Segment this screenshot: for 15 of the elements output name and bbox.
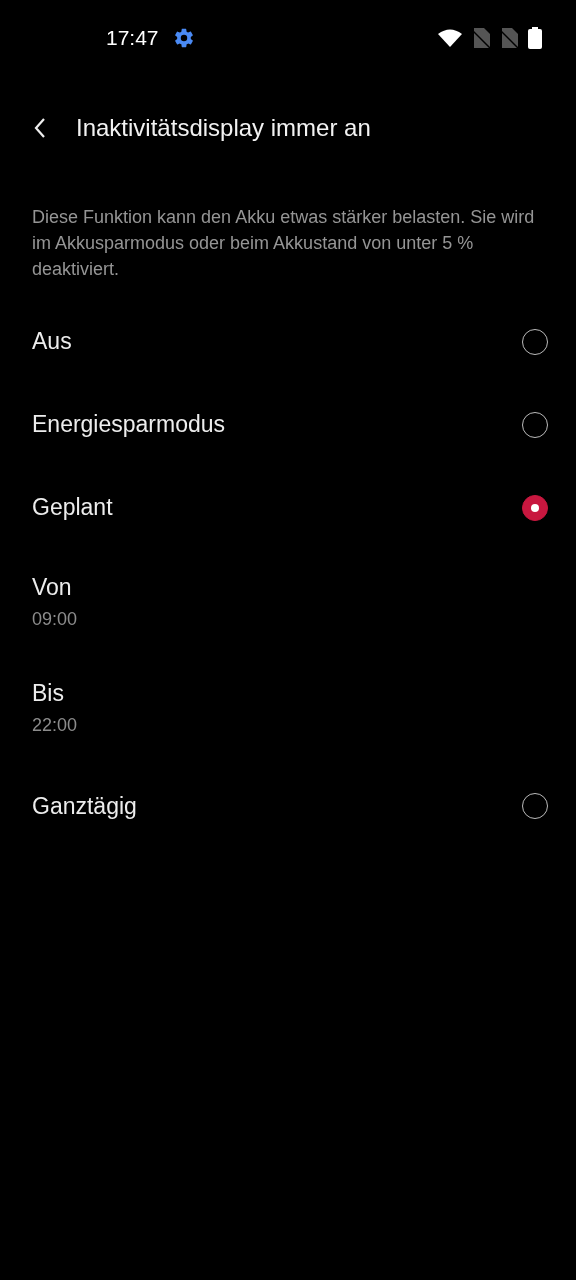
option-row[interactable]: Ganztägig <box>0 761 576 851</box>
time-setting[interactable]: Bis 22:00 <box>0 655 576 761</box>
option-row[interactable]: Energiesparmodus <box>0 383 576 466</box>
description-text: Diese Funktion kann den Akku etwas stärker belasten. Sie wird im Akkusparmodus oder beim Akkustand von unter 5 % deaktiviert. <box>32 206 536 281</box>
no-sim-icon <box>500 28 518 48</box>
settings-icon <box>172 27 195 49</box>
radio-button[interactable] <box>522 494 548 521</box>
option-row[interactable]: Geplant <box>0 466 576 549</box>
no-sim-icon <box>472 28 490 48</box>
time-setting[interactable]: Von 09:00 <box>0 549 576 655</box>
option-row[interactable]: Aus <box>0 300 576 383</box>
battery-icon <box>528 27 542 49</box>
status-time: 17:47 <box>106 26 159 50</box>
wifi-icon <box>438 29 462 47</box>
page-title: Inaktivitätsdisplay immer an <box>76 114 371 142</box>
